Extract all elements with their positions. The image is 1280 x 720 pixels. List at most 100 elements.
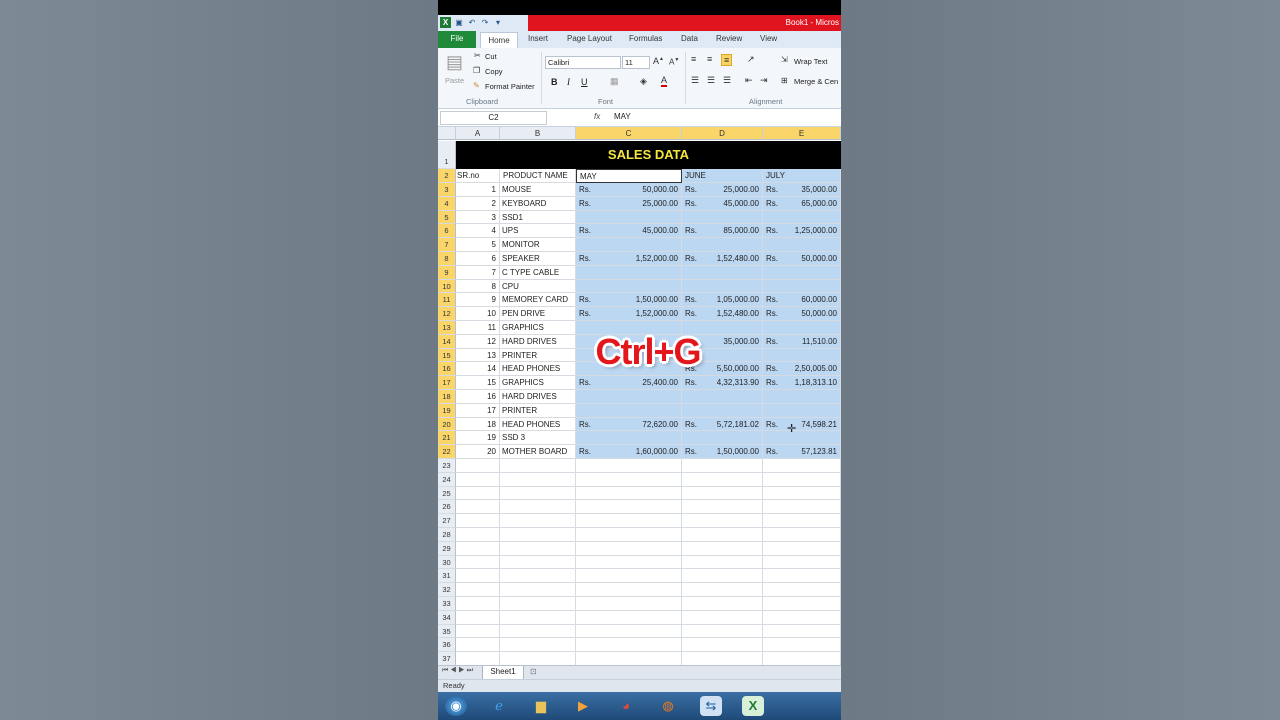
amount-cell[interactable]: [682, 279, 763, 294]
increase-indent-icon[interactable]: ⇥: [760, 75, 768, 86]
amount-cell[interactable]: Rs. 35,000.00: [763, 183, 841, 197]
empty-cell[interactable]: [500, 652, 576, 666]
amount-cell[interactable]: [763, 348, 841, 363]
amount-cell[interactable]: Rs. 11,510.00: [763, 334, 841, 349]
empty-cell[interactable]: [763, 583, 841, 597]
product-cell[interactable]: MOTHER BOARD: [500, 445, 576, 459]
tab-page-layout[interactable]: Page Layout: [567, 34, 612, 43]
empty-cell[interactable]: [456, 555, 500, 570]
amount-cell[interactable]: [682, 265, 763, 280]
tab-file[interactable]: File: [438, 31, 476, 48]
copy-button[interactable]: Copy: [485, 67, 503, 76]
amount-cell[interactable]: Rs. 50,000.00: [763, 307, 841, 321]
align-bottom-icon[interactable]: ≡: [721, 54, 733, 66]
amount-cell[interactable]: Rs. 1,52,000.00: [576, 307, 682, 321]
empty-cell[interactable]: [763, 514, 841, 528]
empty-cell[interactable]: [682, 472, 763, 487]
header-product-cell[interactable]: PRODUCT NAME: [500, 169, 576, 183]
amount-cell[interactable]: Rs. 1,05,000.00: [682, 293, 763, 308]
row-header[interactable]: 8: [438, 252, 456, 266]
empty-cell[interactable]: [500, 472, 576, 487]
font-color-icon[interactable]: A: [661, 75, 668, 87]
amount-cell[interactable]: Rs. 1,52,480.00: [682, 307, 763, 321]
empty-cell[interactable]: [576, 486, 682, 501]
empty-cell[interactable]: [500, 541, 576, 556]
amount-cell[interactable]: [763, 403, 841, 418]
empty-cell[interactable]: [763, 555, 841, 570]
wrap-text-button[interactable]: Wrap Text: [794, 57, 828, 66]
wrap-text-icon[interactable]: ⇲: [781, 55, 788, 64]
empty-cell[interactable]: [576, 597, 682, 611]
sr-cell[interactable]: 9: [456, 293, 500, 308]
amount-cell[interactable]: Rs. 85,000.00: [682, 224, 763, 239]
sr-cell[interactable]: 18: [456, 417, 500, 432]
sr-cell[interactable]: 8: [456, 279, 500, 294]
empty-cell[interactable]: [456, 541, 500, 556]
tab-insert[interactable]: Insert: [528, 34, 548, 43]
merge-center-icon[interactable]: ⊞: [781, 76, 788, 85]
empty-cell[interactable]: [763, 459, 841, 473]
product-cell[interactable]: SSD1: [500, 210, 576, 225]
amount-cell[interactable]: Rs. 2,50,005.00: [763, 362, 841, 377]
grow-font-icon[interactable]: A▲: [653, 56, 664, 66]
sr-cell[interactable]: 12: [456, 334, 500, 349]
empty-cell[interactable]: [500, 583, 576, 597]
row-header[interactable]: 28: [438, 528, 456, 542]
empty-cell[interactable]: [456, 624, 500, 639]
bold-button[interactable]: B: [551, 77, 558, 87]
product-cell[interactable]: SPEAKER: [500, 252, 576, 266]
product-cell[interactable]: HEAD PHONES: [500, 362, 576, 377]
product-cell[interactable]: HARD DRIVES: [500, 390, 576, 404]
amount-cell[interactable]: Rs. 1,50,000.00: [682, 445, 763, 459]
row-header[interactable]: 24: [438, 472, 456, 487]
amount-cell[interactable]: [763, 210, 841, 225]
row-header[interactable]: 25: [438, 486, 456, 501]
sr-cell[interactable]: 10: [456, 307, 500, 321]
sheet-nav-arrows-icon[interactable]: ⏮ ◀ ▶ ⏭: [442, 667, 473, 675]
row-header[interactable]: 33: [438, 597, 456, 611]
amount-cell[interactable]: Rs. 1,18,313.10: [763, 376, 841, 390]
amount-cell[interactable]: Rs. 1,50,000.00: [576, 293, 682, 308]
product-cell[interactable]: C TYPE CABLE: [500, 265, 576, 280]
product-cell[interactable]: MONITOR: [500, 238, 576, 252]
sheet-tab-sheet1[interactable]: Sheet1: [482, 666, 524, 680]
empty-cell[interactable]: [576, 569, 682, 584]
row-header[interactable]: 3: [438, 183, 456, 197]
font-size-select[interactable]: 11: [622, 56, 650, 69]
empty-cell[interactable]: [763, 500, 841, 515]
amount-cell[interactable]: Rs. 65,000.00: [763, 196, 841, 211]
orientation-icon[interactable]: ↗: [747, 54, 755, 65]
empty-cell[interactable]: [456, 610, 500, 625]
row-header[interactable]: 14: [438, 334, 456, 349]
empty-cell[interactable]: [576, 610, 682, 625]
header-sr-cell[interactable]: SR.no: [456, 169, 500, 183]
empty-cell[interactable]: [456, 459, 500, 473]
row-header[interactable]: 21: [438, 431, 456, 446]
empty-cell[interactable]: [500, 459, 576, 473]
empty-cell[interactable]: [456, 597, 500, 611]
amount-cell[interactable]: Rs. 72,620.00: [576, 417, 682, 432]
sr-cell[interactable]: 3: [456, 210, 500, 225]
empty-cell[interactable]: [763, 624, 841, 639]
paste-icon[interactable]: ▤: [446, 52, 463, 73]
name-box[interactable]: C2: [440, 111, 547, 125]
empty-cell[interactable]: [576, 472, 682, 487]
amount-cell[interactable]: Rs. 1,52,000.00: [576, 252, 682, 266]
empty-cell[interactable]: [682, 528, 763, 542]
excel-taskbar-icon[interactable]: X: [742, 696, 764, 716]
empty-cell[interactable]: [500, 500, 576, 515]
empty-cell[interactable]: [682, 624, 763, 639]
empty-cell[interactable]: [500, 486, 576, 501]
italic-button[interactable]: I: [567, 77, 570, 87]
borders-icon[interactable]: ▦: [610, 76, 619, 87]
amount-cell[interactable]: Rs. 1,52,480.00: [682, 252, 763, 266]
empty-cell[interactable]: [456, 528, 500, 542]
empty-cell[interactable]: [456, 472, 500, 487]
empty-cell[interactable]: [456, 569, 500, 584]
product-cell[interactable]: KEYBOARD: [500, 196, 576, 211]
decrease-indent-icon[interactable]: ⇤: [745, 75, 753, 86]
redo-icon[interactable]: ↷: [480, 17, 490, 28]
empty-cell[interactable]: [500, 514, 576, 528]
row-header[interactable]: 9: [438, 265, 456, 280]
product-cell[interactable]: CPU: [500, 279, 576, 294]
